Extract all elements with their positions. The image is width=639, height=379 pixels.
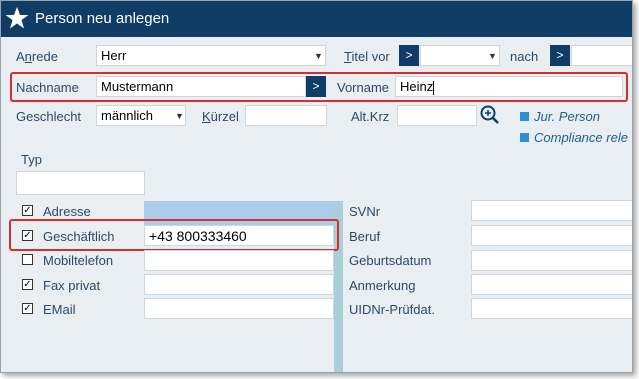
fax-privat-checkbox[interactable]: ✓	[22, 279, 33, 290]
anmerkung-input[interactable]	[471, 274, 632, 295]
geschlecht-label: Geschlecht	[16, 109, 82, 124]
uidnr-pruefdat-label: UIDNr-Prüfdat.	[349, 302, 435, 317]
geschaeftlich-label: Geschäftlich	[43, 229, 115, 244]
fax-privat-input[interactable]	[144, 274, 334, 295]
titel-vor-button[interactable]: >	[399, 45, 419, 66]
vorname-label: Vorname	[337, 80, 390, 95]
geschaeftlich-checkbox[interactable]: ✓	[22, 230, 33, 241]
compliance-marker	[520, 133, 529, 142]
email-checkbox[interactable]: ✓	[22, 303, 33, 314]
titel-vor-dropdown-icon[interactable]: ▼	[488, 51, 497, 61]
fax-privat-label: Fax privat	[43, 278, 101, 293]
mobiltelefon-input[interactable]	[144, 250, 334, 271]
geschlecht-select[interactable]: männlich	[96, 105, 186, 126]
dialog-window: Person neu anlegen Anrede Herr ▼ Titel v…	[0, 0, 633, 373]
nachname-label: Nachname	[16, 80, 79, 95]
mobiltelefon-label: Mobiltelefon	[43, 253, 114, 268]
geschlecht-value: männlich	[101, 108, 154, 123]
beruf-label: Beruf	[349, 229, 381, 244]
nach-label: nach	[510, 49, 539, 64]
svnr-input[interactable]	[471, 200, 632, 221]
geburtsdatum-input[interactable]	[471, 250, 632, 271]
anrede-dropdown-icon[interactable]: ▼	[314, 51, 323, 61]
vorname-input[interactable]: Heinz	[395, 76, 623, 97]
anrede-label: Anrede	[16, 49, 58, 64]
nachname-button[interactable]: >	[306, 76, 326, 97]
kuerzel-label: Kürzel	[202, 109, 239, 124]
svnr-label: SVNr	[349, 204, 381, 219]
typ-label: Typ	[21, 152, 42, 167]
anrede-select[interactable]: Herr	[96, 45, 326, 66]
geburtsdatum-label: Geburtsdatum	[349, 253, 432, 268]
nachname-input[interactable]: Mustermann	[96, 76, 306, 97]
anmerkung-label: Anmerkung	[349, 278, 416, 293]
adresse-label: Adresse	[43, 204, 91, 219]
vorname-value: Heinz	[400, 79, 434, 94]
title-bar: Person neu anlegen	[1, 1, 632, 37]
geschlecht-dropdown-icon[interactable]: ▼	[175, 111, 184, 121]
geschaeftlich-input[interactable]: +43 800333460	[144, 225, 334, 246]
text-cursor	[433, 80, 435, 95]
jur-person-label[interactable]: Jur. Person	[534, 109, 600, 124]
titel-nach-select[interactable]	[571, 45, 632, 66]
magnifier-plus-icon[interactable]	[479, 104, 499, 124]
adresse-checkbox[interactable]: ✓	[22, 205, 33, 216]
email-input[interactable]	[144, 298, 334, 319]
altkrz-input[interactable]	[397, 105, 477, 126]
altkrz-label: Alt.Krz	[351, 109, 390, 124]
kuerzel-input[interactable]	[245, 105, 327, 126]
anrede-value: Herr	[101, 48, 127, 63]
compliance-label[interactable]: Compliance rele	[534, 130, 628, 145]
mobiltelefon-checkbox[interactable]	[22, 254, 33, 265]
titel-vor-label: Titel vor	[344, 49, 390, 64]
window-title: Person neu anlegen	[35, 10, 170, 27]
email-label: EMail	[43, 302, 76, 317]
titel-nach-button[interactable]: >	[550, 45, 570, 66]
uidnr-pruefdat-input[interactable]	[471, 298, 632, 319]
beruf-input[interactable]	[471, 225, 632, 246]
typ-input[interactable]	[16, 171, 145, 195]
jur-person-marker	[520, 112, 529, 121]
star-icon	[4, 5, 30, 31]
